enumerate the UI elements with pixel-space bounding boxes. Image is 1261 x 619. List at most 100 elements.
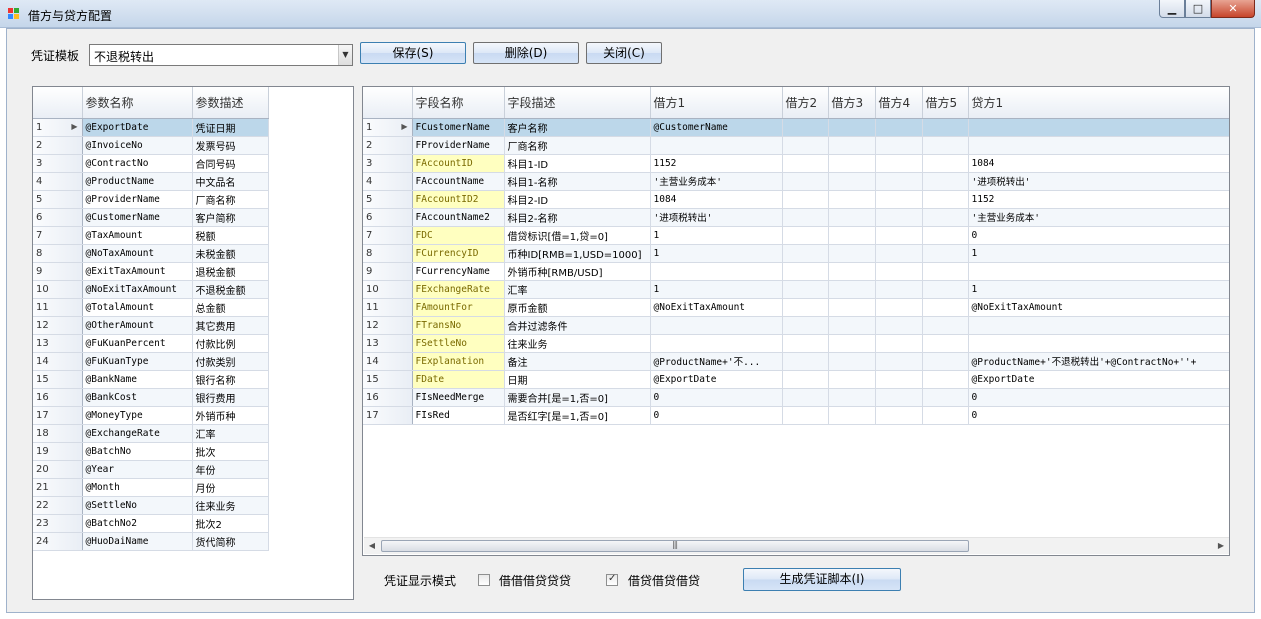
debit3-cell[interactable]	[828, 370, 876, 389]
debit3-cell[interactable]	[828, 226, 876, 245]
debit4-cell[interactable]	[875, 172, 923, 191]
row-header[interactable]: 14	[363, 352, 413, 371]
table-row[interactable]: 22 @SettleNo 往来业务	[33, 496, 269, 515]
param-name-cell[interactable]: @TotalAmount	[82, 298, 193, 317]
field-name-cell[interactable]: FProviderName	[412, 136, 505, 155]
credit1-cell[interactable]	[968, 262, 1229, 281]
param-desc-cell[interactable]: 税额	[192, 226, 269, 245]
debit3-cell[interactable]	[828, 352, 876, 371]
table-row[interactable]: 23 @BatchNo2 批次2	[33, 514, 269, 533]
debit1-cell[interactable]	[650, 136, 783, 155]
field-desc-cell[interactable]: 借贷标识[借=1,贷=0]	[504, 226, 651, 245]
param-desc-cell[interactable]: 客户简称	[192, 208, 269, 227]
debit5-cell[interactable]	[922, 352, 969, 371]
field-name-cell[interactable]: FCurrencyName	[412, 262, 505, 281]
row-header[interactable]: 18	[33, 424, 83, 443]
param-desc-cell[interactable]: 月份	[192, 478, 269, 497]
row-header[interactable]: 7	[33, 226, 83, 245]
row-header[interactable]: 6	[363, 208, 413, 227]
debit2-cell[interactable]	[782, 244, 829, 263]
field-desc-cell[interactable]: 厂商名称	[504, 136, 651, 155]
param-name-cell[interactable]: @SettleNo	[82, 496, 193, 515]
table-row[interactable]: 12 FTransNo 合并过滤条件	[363, 316, 1229, 335]
field-name-cell[interactable]: FAccountID2	[412, 190, 505, 209]
param-desc-cell[interactable]: 总金额	[192, 298, 269, 317]
table-row[interactable]: 15 FDate 日期 @ExportDate @ExportDate	[363, 370, 1229, 389]
field-desc-cell[interactable]: 是否红字[是=1,否=0]	[504, 406, 651, 425]
field-name-cell[interactable]: FCustomerName	[412, 118, 505, 137]
debit4-cell[interactable]	[875, 370, 923, 389]
debit1-cell[interactable]	[650, 334, 783, 353]
param-name-cell[interactable]: @HuoDaiName	[82, 532, 193, 551]
debit4-cell[interactable]	[875, 298, 923, 317]
param-name-cell[interactable]: @ExitTaxAmount	[82, 262, 193, 281]
debit5-cell[interactable]	[922, 190, 969, 209]
debit5-cell[interactable]	[922, 172, 969, 191]
param-name-cell[interactable]: @BatchNo2	[82, 514, 193, 533]
scroll-right-icon[interactable]: ▶	[1213, 538, 1229, 554]
debit4-cell[interactable]	[875, 262, 923, 281]
table-row[interactable]: 13 @FuKuanPercent 付款比例	[33, 334, 269, 353]
delete-button[interactable]: 删除(D)	[473, 42, 579, 64]
table-row[interactable]: 17 @MoneyType 外销币种	[33, 406, 269, 425]
debit4-cell[interactable]	[875, 280, 923, 299]
debit3-cell[interactable]	[828, 406, 876, 425]
credit1-cell[interactable]: @ExportDate	[968, 370, 1229, 389]
table-row[interactable]: 16 @BankCost 银行费用	[33, 388, 269, 407]
credit1-cell[interactable]: 0	[968, 406, 1229, 425]
debit5-cell[interactable]	[922, 388, 969, 407]
table-row[interactable]: 7 FDC 借贷标识[借=1,贷=0] 1 0	[363, 226, 1229, 245]
field-desc-cell[interactable]: 币种ID[RMB=1,USD=1000]	[504, 244, 651, 263]
row-header[interactable]: 11	[33, 298, 83, 317]
row-header[interactable]: 4	[33, 172, 83, 191]
row-header[interactable]: 21	[33, 478, 83, 497]
table-row[interactable]: 6 @CustomerName 客户简称	[33, 208, 269, 227]
save-button[interactable]: 保存(S)	[360, 42, 466, 64]
credit1-cell[interactable]	[968, 118, 1229, 137]
field-desc-cell[interactable]: 往来业务	[504, 334, 651, 353]
debit3-cell[interactable]	[828, 136, 876, 155]
param-desc-cell[interactable]: 发票号码	[192, 136, 269, 155]
param-desc-cell[interactable]: 外销币种	[192, 406, 269, 425]
row-header[interactable]: 9	[363, 262, 413, 281]
table-row[interactable]: 11 @TotalAmount 总金额	[33, 298, 269, 317]
param-name-cell[interactable]: @ExchangeRate	[82, 424, 193, 443]
param-desc-cell[interactable]: 年份	[192, 460, 269, 479]
field-desc-cell[interactable]: 科目1-ID	[504, 154, 651, 173]
row-header[interactable]: 14	[33, 352, 83, 371]
debit1-cell[interactable]: 0	[650, 406, 783, 425]
param-name-cell[interactable]: @OtherAmount	[82, 316, 193, 335]
debit4-cell[interactable]	[875, 334, 923, 353]
debit5-cell[interactable]	[922, 370, 969, 389]
row-header[interactable]: 5	[33, 190, 83, 209]
debit1-cell[interactable]	[650, 262, 783, 281]
row-header[interactable]: 7	[363, 226, 413, 245]
field-desc-cell[interactable]: 日期	[504, 370, 651, 389]
debit4-cell[interactable]	[875, 190, 923, 209]
row-header[interactable]: 13	[33, 334, 83, 353]
field-desc-cell[interactable]: 备注	[504, 352, 651, 371]
field-desc-cell[interactable]: 合并过滤条件	[504, 316, 651, 335]
option1-checkbox[interactable]	[478, 574, 490, 586]
table-row[interactable]: 17 FIsRed 是否红字[是=1,否=0] 0 0	[363, 406, 1229, 425]
debit2-cell[interactable]	[782, 370, 829, 389]
debit1-cell[interactable]: 1084	[650, 190, 783, 209]
row-header[interactable]: 19	[33, 442, 83, 461]
field-header-desc[interactable]: 字段描述	[504, 87, 651, 119]
row-header[interactable]: 9	[33, 262, 83, 281]
debit2-cell[interactable]	[782, 352, 829, 371]
table-row[interactable]: 10 @NoExitTaxAmount 不退税金额	[33, 280, 269, 299]
row-header[interactable]: 24	[33, 532, 83, 551]
option2-checkbox[interactable]	[606, 573, 618, 586]
row-header[interactable]: 1	[363, 118, 413, 137]
table-row[interactable]: 15 @BankName 银行名称	[33, 370, 269, 389]
debit4-cell[interactable]	[875, 118, 923, 137]
field-name-cell[interactable]: FIsNeedMerge	[412, 388, 505, 407]
field-header-debit3[interactable]: 借方3	[828, 87, 876, 119]
param-name-cell[interactable]: @BatchNo	[82, 442, 193, 461]
credit1-cell[interactable]: 1152	[968, 190, 1229, 209]
table-row[interactable]: 14 @FuKuanType 付款类别	[33, 352, 269, 371]
minimize-button[interactable]: ▁	[1159, 0, 1185, 18]
param-grid[interactable]: 参数名称 参数描述 1@ExportDate凭证日期2@InvoiceNo发票号…	[32, 86, 354, 600]
debit3-cell[interactable]	[828, 334, 876, 353]
